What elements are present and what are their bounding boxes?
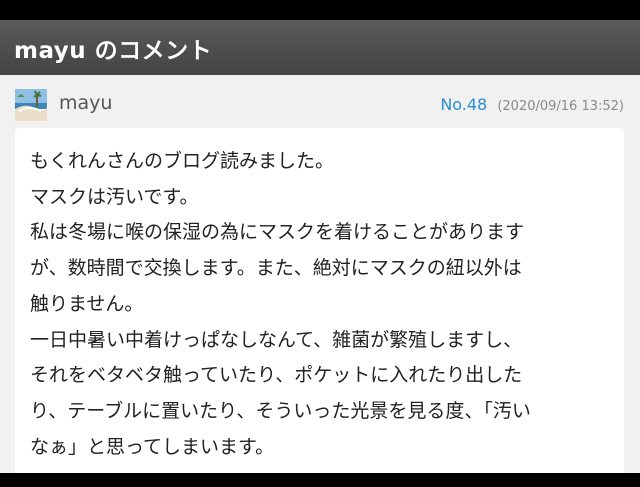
comment-body: もくれんさんのブログ読みました。 マスクは汚いです。 私は冬場に喉の保湿の為にマ…	[15, 128, 624, 473]
comment-line: り、テーブルに置いたり、そういった光景を見る度、「汚い	[30, 399, 531, 422]
comment-meta-row: mayu No.48 (2020/09/16 13:52)	[0, 75, 640, 125]
page-title: mayu のコメント	[14, 37, 213, 64]
comment-line: もくれんさんのブログ読みました。	[30, 150, 335, 172]
page-header: mayu のコメント	[0, 20, 640, 75]
beach-landscape-avatar-icon	[15, 89, 47, 121]
comment-line: 私は冬場に喉の保湿の為にマスクを着けることがあります	[30, 221, 525, 244]
comment-line: 触りません。	[30, 292, 144, 315]
comment-author[interactable]: mayu	[59, 92, 112, 114]
comment-date: (2020/09/16 13:52)	[497, 99, 624, 114]
comment-line: マスクは汚いです。	[30, 185, 199, 208]
comment-section: mayu No.48 (2020/09/16 13:52) もくれんさんのブログ…	[0, 75, 640, 473]
comment-number[interactable]: No.48	[440, 95, 487, 114]
comment-line: なぁ」と思ってしまいます。	[30, 435, 275, 458]
comment-line: が、数時間で交換します。また、絶対にマスクの紐以外は	[30, 257, 522, 280]
comment-meta: No.48 (2020/09/16 13:52)	[440, 95, 624, 114]
avatar[interactable]	[15, 89, 47, 121]
comment-line: それをベタベタ触っていたり、ポケットに入れたり出した	[30, 364, 523, 387]
bottom-bezel	[0, 473, 640, 487]
top-bezel	[0, 0, 640, 20]
comment-line: 一日中暑い中着けっぱなしなんて、雑菌が繁殖しますし、	[30, 328, 523, 351]
